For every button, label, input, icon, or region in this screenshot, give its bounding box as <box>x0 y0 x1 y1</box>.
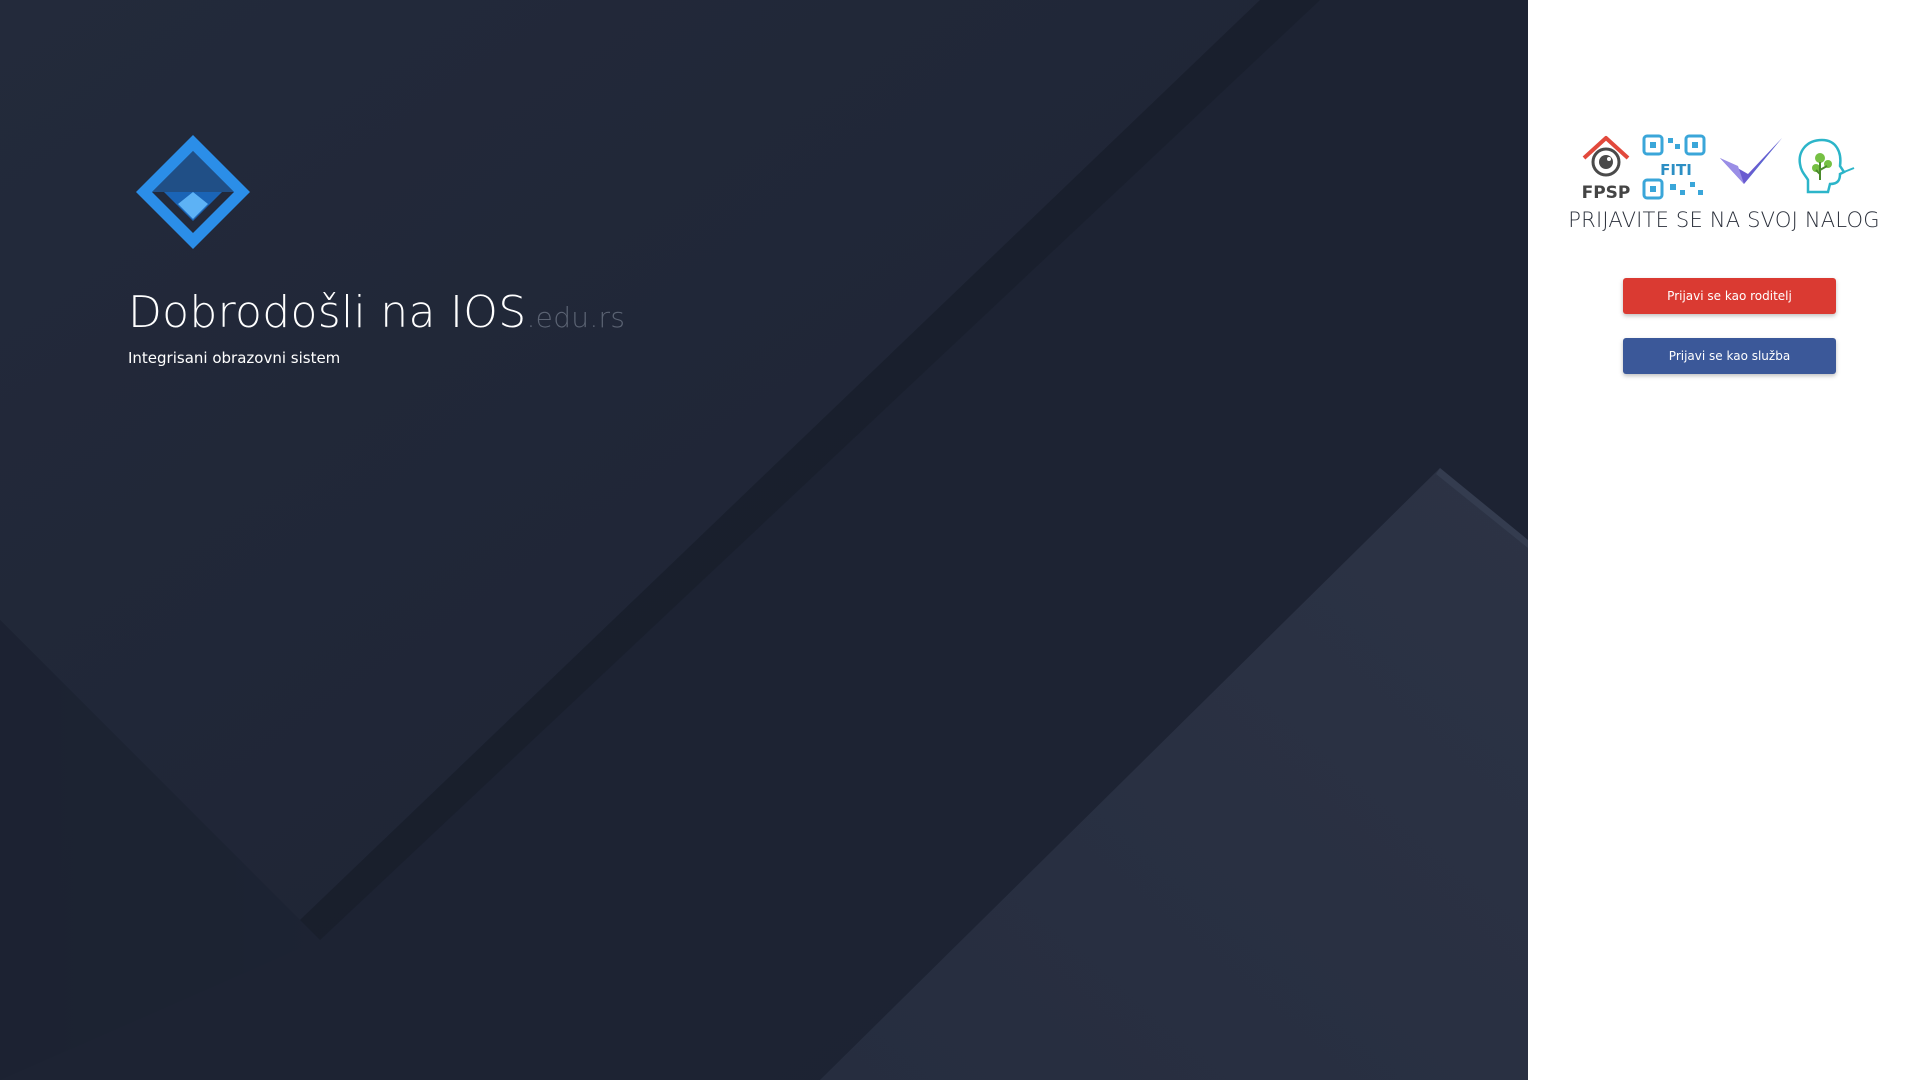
fpsp-label: FPSP <box>1582 183 1631 202</box>
welcome-title-domain: .edu.rs <box>526 301 626 334</box>
login-staff-button[interactable]: Prijavi se kao služba <box>1623 338 1836 374</box>
fiti-qr-logo-icon: FITI <box>1642 134 1706 200</box>
partner-logos: FPSP FITI <box>1582 134 1855 202</box>
fiti-label: FITI <box>1660 161 1692 179</box>
welcome-panel: Dobrodošli na IOS.edu.rs Integrisani obr… <box>0 0 1528 1080</box>
login-title: PRIJAVITE SE NA SVOJ NALOG <box>1568 208 1880 232</box>
login-parent-button[interactable]: Prijavi se kao roditelj <box>1623 278 1836 314</box>
ios-logo-icon <box>136 135 250 249</box>
checkmark-logo-icon <box>1720 138 1782 184</box>
login-panel: FPSP FITI PRIJAVITE SE NA SVOJ NALOG Pri… <box>1528 0 1920 1080</box>
login-page: Dobrodošli na IOS.edu.rs Integrisani obr… <box>0 0 1920 1080</box>
welcome-title-main: Dobrodošli na IOS <box>128 287 527 338</box>
welcome-title: Dobrodošli na IOS.edu.rs <box>128 286 625 345</box>
welcome-tagline: Integrisani obrazovni sistem <box>128 349 341 367</box>
fpsp-logo-icon: FPSP <box>1582 136 1631 202</box>
head-tree-logo-icon <box>1798 138 1855 194</box>
